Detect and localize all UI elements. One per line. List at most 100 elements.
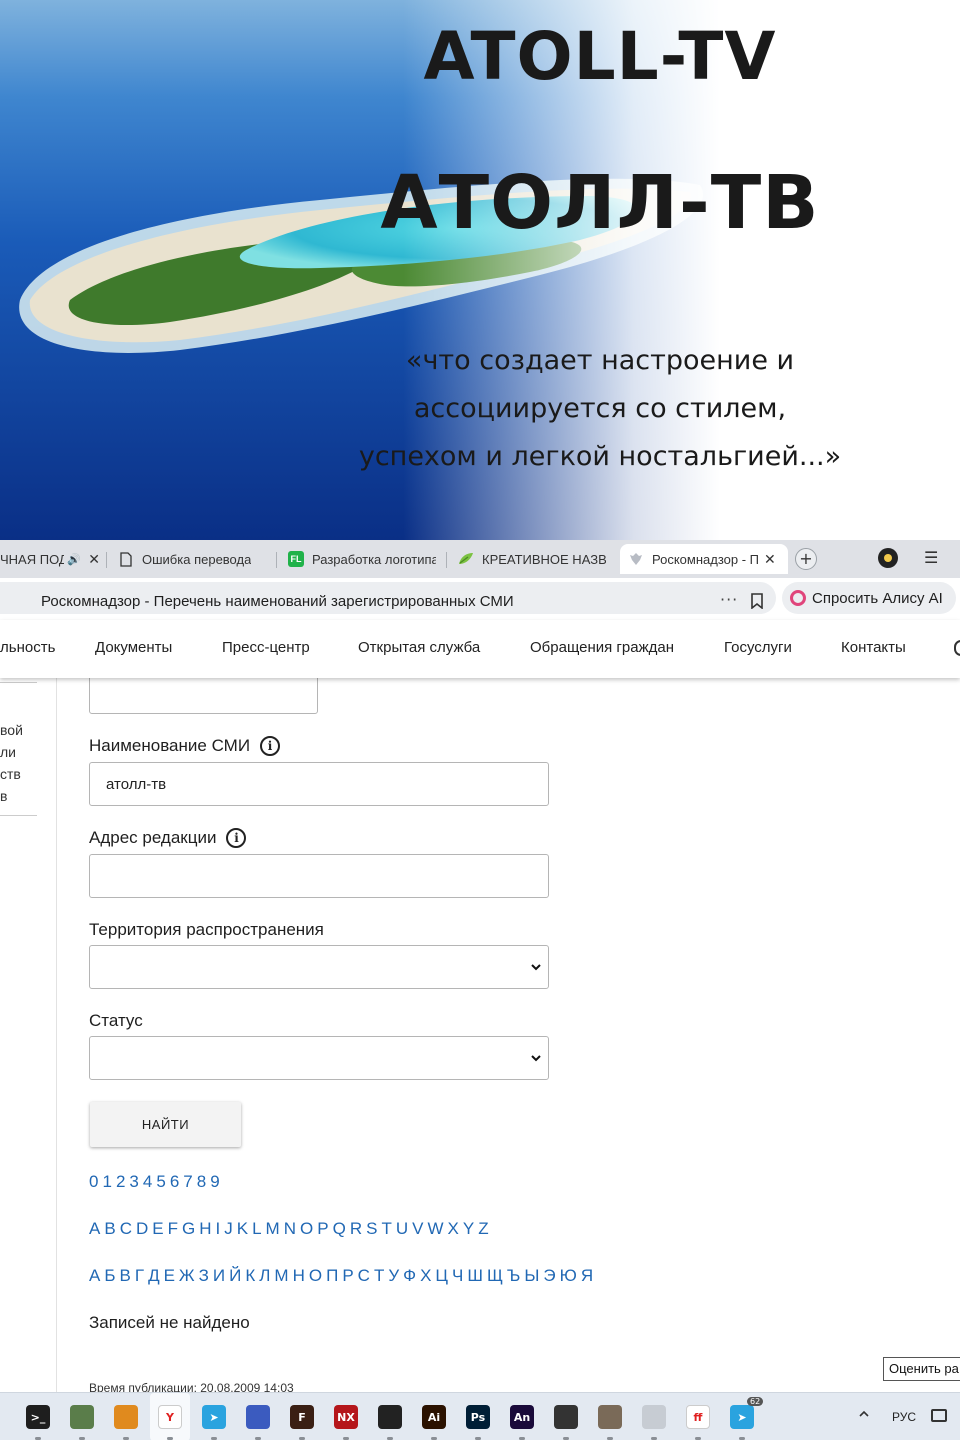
cyrillic-link[interactable]: Э [543,1266,555,1285]
eye-icon[interactable] [878,548,898,568]
cyrillic-link[interactable]: З [199,1266,209,1285]
tab-translation-error[interactable]: Ошибка перевода [118,544,268,574]
cyrillic-link[interactable]: Ю [560,1266,577,1285]
tab-logo-development[interactable]: FL Разработка логотипа [288,544,438,574]
cyrillic-link[interactable]: Х [420,1266,431,1285]
digits-link[interactable]: 9 [210,1172,219,1191]
cyrillic-link[interactable]: Ж [179,1266,195,1285]
cyrillic-link[interactable]: С [358,1266,370,1285]
latin-link[interactable]: U [396,1219,408,1238]
latin-link[interactable]: W [427,1219,443,1238]
registration-number-input[interactable] [89,678,318,714]
digits-link[interactable]: 0 [89,1172,98,1191]
address-field[interactable]: Роскомнадзор - Перечень наименований зар… [0,582,776,614]
chevron-up-icon[interactable] [858,1408,870,1420]
cyrillic-link[interactable]: Е [164,1266,175,1285]
cyrillic-link[interactable]: А [89,1266,100,1285]
rhino-icon[interactable] [378,1405,402,1429]
animate-icon[interactable]: An [510,1405,534,1429]
cyrillic-link[interactable]: Т [374,1266,384,1285]
telegram-2-icon[interactable]: ➤ [730,1405,754,1429]
inkscape-icon[interactable] [554,1405,578,1429]
more-icon[interactable]: ··· [720,590,738,609]
cyrillic-link[interactable]: У [388,1266,399,1285]
language-indicator[interactable]: РУС [892,1410,916,1424]
terminal-icon[interactable]: >_ [26,1405,50,1429]
info-icon[interactable]: i [226,828,247,848]
cyrillic-link[interactable]: М [274,1266,288,1285]
media-name-input[interactable] [89,762,549,806]
display-icon[interactable] [931,1409,947,1422]
close-icon[interactable]: ✕ [764,551,776,568]
latin-link[interactable]: H [199,1219,211,1238]
f-app-icon[interactable]: F [290,1405,314,1429]
latin-link[interactable]: Q [333,1219,346,1238]
cyrillic-link[interactable]: Г [135,1266,144,1285]
nav-item-citizen-appeals[interactable]: Обращения граждан [530,639,674,656]
digits-link[interactable]: 6 [170,1172,179,1191]
accessibility-icon[interactable] [954,640,960,656]
nav-item-contacts[interactable]: Контакты [841,639,906,656]
tab-creative-name[interactable]: КРЕАТИВНОЕ НАЗВ [458,544,608,574]
latin-link[interactable]: O [300,1219,313,1238]
cyrillic-link[interactable]: В [120,1266,131,1285]
cyrillic-link[interactable]: Ц [435,1266,448,1285]
archive-icon[interactable] [70,1405,94,1429]
latin-link[interactable]: R [350,1219,362,1238]
yandex-browser-icon[interactable]: Y [158,1405,182,1429]
cyrillic-link[interactable]: Ч [452,1266,463,1285]
cyrillic-link[interactable]: О [309,1266,322,1285]
speaker-icon[interactable]: 🔊 [66,551,82,567]
menu-icon[interactable]: ☰ [924,548,938,568]
latin-link[interactable]: P [317,1219,328,1238]
telegram-icon[interactable]: ➤ [202,1405,226,1429]
calculator-icon[interactable] [642,1405,666,1429]
nx-icon[interactable]: NX [334,1405,358,1429]
sidebar-link-fragment[interactable]: ли [0,744,16,760]
latin-link[interactable]: G [182,1219,195,1238]
latin-link[interactable]: L [252,1219,261,1238]
cyrillic-link[interactable]: Д [148,1266,160,1285]
cyrillic-link[interactable]: Ш [467,1266,483,1285]
cyrillic-link[interactable]: Б [104,1266,115,1285]
latin-link[interactable]: Y [463,1219,474,1238]
cyrillic-link[interactable]: Л [259,1266,270,1285]
latin-link[interactable]: Z [478,1219,488,1238]
latin-link[interactable]: J [224,1219,233,1238]
ask-alice-button[interactable]: Спросить Алису AI [782,582,956,614]
cyrillic-link[interactable]: Й [229,1266,241,1285]
photoshop-icon[interactable]: Ps [466,1405,490,1429]
info-icon[interactable]: i [260,736,281,756]
nav-item-activity[interactable]: льность [0,639,55,656]
digits-link[interactable]: 4 [143,1172,152,1191]
digits-link[interactable]: 3 [129,1172,138,1191]
box-icon[interactable] [114,1405,138,1429]
latin-link[interactable]: K [237,1219,248,1238]
cyrillic-link[interactable]: Ъ [507,1266,520,1285]
rate-page-button[interactable]: Оценить ра [883,1357,960,1381]
sidebar-link-fragment[interactable]: ств [0,766,21,782]
latin-link[interactable]: N [284,1219,296,1238]
latin-link[interactable]: S [366,1219,377,1238]
latin-link[interactable]: E [152,1219,163,1238]
cyrillic-link[interactable]: К [245,1266,255,1285]
latin-link[interactable]: V [412,1219,423,1238]
cyrillic-link[interactable]: Н [293,1266,305,1285]
digits-link[interactable]: 8 [197,1172,206,1191]
tab-roskomnadzor[interactable]: Роскомнадзор - П ✕ [620,544,788,574]
latin-link[interactable]: D [136,1219,148,1238]
cyrillic-link[interactable]: Ы [524,1266,539,1285]
floppy-icon[interactable] [246,1405,270,1429]
nav-item-documents[interactable]: Документы [95,639,172,656]
digits-link[interactable]: 1 [102,1172,111,1191]
digits-link[interactable]: 2 [116,1172,125,1191]
cyrillic-link[interactable]: П [326,1266,338,1285]
sidebar-link-fragment[interactable]: вой [0,722,23,738]
cyrillic-link[interactable]: Я [581,1266,593,1285]
territory-select[interactable] [89,945,549,989]
nav-item-open-service[interactable]: Открытая служба [358,639,480,656]
status-select[interactable] [89,1036,549,1080]
latin-link[interactable]: F [168,1219,178,1238]
nav-item-public-services[interactable]: Госуслуги [724,639,792,656]
sidebar-link-fragment[interactable]: в [0,788,7,804]
